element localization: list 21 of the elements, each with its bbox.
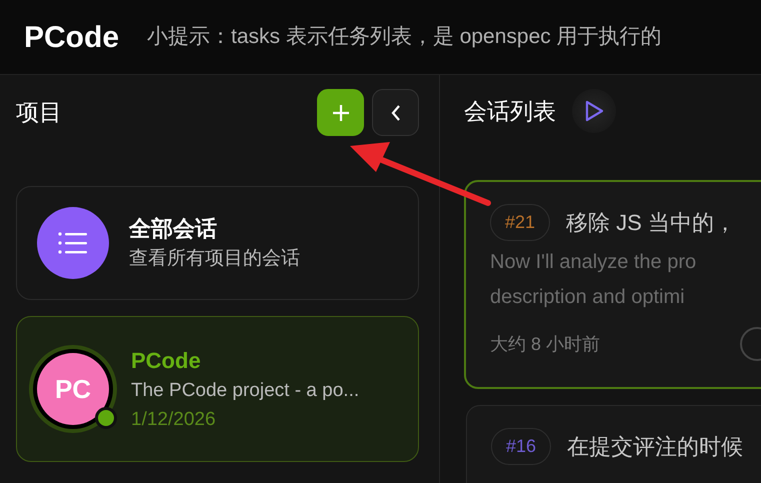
project-date: 1/12/2026 [131,408,217,432]
session-title: 在提交评注的时候 [567,433,744,461]
project-card[interactable]: 全部会话 查看所有项目的会话 [16,186,419,300]
panel-title: 项目 [16,98,63,128]
session-card[interactable]: #21 移除 JS 当中的， Now I'll analyze the pro description and optimi 大约 8 小时前 [464,180,761,389]
session-card[interactable]: #16 在提交评注的时候 [466,405,761,483]
project-description: The PCode project - a po... [131,379,360,403]
panel-title: 会话列表 [464,96,556,126]
project-name: 全部会话 [129,215,218,244]
session-preview: description and optimi [490,285,686,310]
session-title: 移除 JS 当中的， [566,209,736,237]
project-name: PCode [131,347,202,375]
session-number-tag: #16 [491,428,552,465]
session-number-tag: #21 [490,204,550,241]
tip-text: 小提示：tasks 表示任务列表，是 openspec 用于执行的 [147,24,662,50]
session-preview: Now I'll analyze the pro [490,250,698,275]
project-description: 查看所有项目的会话 [129,247,300,272]
session-time: 大约 8 小时前 [490,332,600,356]
project-card[interactable]: PC PCode The PCode project - a po... 1/12/2026 [16,316,419,462]
app-logo: PCode [24,20,120,56]
avatar-circle: PC [37,353,109,425]
